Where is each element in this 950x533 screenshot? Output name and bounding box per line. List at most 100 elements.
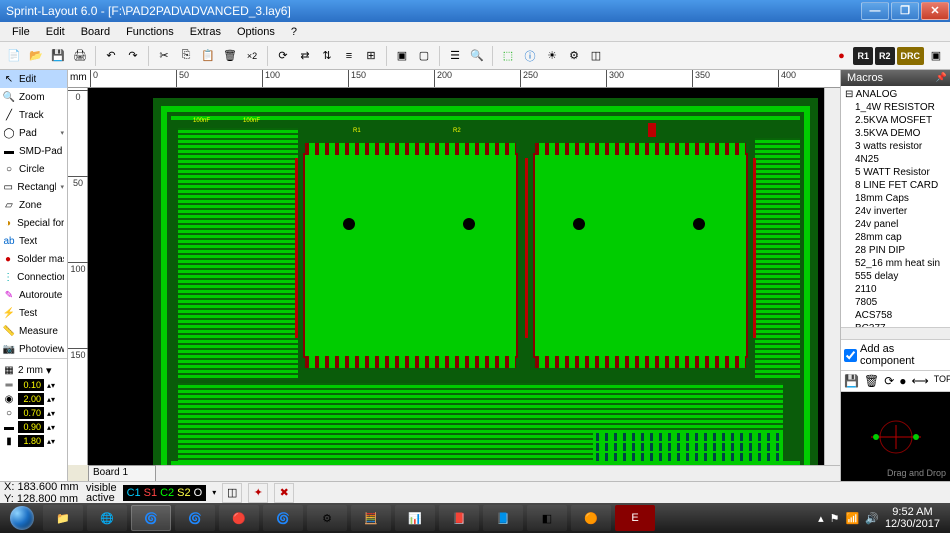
mirror-v-icon[interactable]: ⇅ (317, 46, 337, 66)
tool-solder[interactable]: ●Solder mask (0, 250, 67, 268)
tool-smd[interactable]: ▬SMD-Pad (0, 142, 67, 160)
start-button[interactable] (4, 504, 40, 532)
scrollbar-horizontal[interactable] (156, 465, 840, 481)
setting-v3[interactable]: 0.70 (18, 407, 44, 419)
zoom-fit-icon[interactable]: 🔍 (467, 46, 487, 66)
rotate-icon[interactable]: ⟳ (273, 46, 293, 66)
tool-circle[interactable]: ○Circle (0, 160, 67, 178)
taskbar-app-chrome[interactable]: 🌐 (87, 505, 127, 531)
taskbar-app-unknown[interactable]: ◧ (527, 505, 567, 531)
setting-v5[interactable]: 1.80 (18, 435, 44, 447)
macro-item[interactable]: 5 WATT Resistor (843, 166, 948, 179)
setting-v4[interactable]: 0.90 (18, 421, 44, 433)
tool-edit[interactable]: ↖Edit (0, 70, 67, 88)
mode-transparent-icon[interactable]: ◫ (222, 483, 242, 503)
layer-dropdown-icon[interactable]: ▾ (212, 488, 216, 497)
pin-icon[interactable]: 📌 (936, 72, 947, 83)
tool-autoroute[interactable]: ✎Autoroute (0, 286, 67, 304)
system-tray[interactable]: ▴ ⚑ 📶 🔊 9:52 AM 12/30/2017 (818, 506, 946, 530)
taskbar-app-monitor[interactable]: 📊 (395, 505, 435, 531)
menu-help[interactable]: ? (283, 24, 305, 40)
macro-rotate-icon[interactable]: ⟳ (884, 374, 894, 388)
macro-layer-label[interactable]: TOP (934, 374, 950, 388)
mode-target-icon[interactable]: ✦ (248, 483, 268, 503)
setting-v1[interactable]: 0.10 (18, 379, 44, 391)
macro-item[interactable]: 4N25 (843, 153, 948, 166)
mirror-h-icon[interactable]: ⇄ (295, 46, 315, 66)
minimize-button[interactable]: — (861, 2, 889, 20)
ungroup-icon[interactable]: ▢ (414, 46, 434, 66)
taskbar-app-calc[interactable]: 🧮 (351, 505, 391, 531)
menu-functions[interactable]: Functions (118, 24, 182, 40)
new-icon[interactable]: 📄 (4, 46, 24, 66)
taskbar-app-opera[interactable]: 🔴 (219, 505, 259, 531)
macro-item[interactable]: 555 delay (843, 270, 948, 283)
taskbar-app-pdf[interactable]: 📕 (439, 505, 479, 531)
gear-icon[interactable]: ⚙ (564, 46, 584, 66)
macros-tree[interactable]: ANALOG 1_4W RESISTOR2.5KVA MOSFET3.5KVA … (841, 86, 950, 327)
record-icon[interactable]: ● (831, 46, 851, 66)
scrollbar-vertical[interactable] (824, 88, 840, 465)
add-as-component[interactable]: Add as component (841, 339, 950, 370)
badge-r1[interactable]: R1 (853, 47, 873, 65)
taskbar-app-explorer[interactable]: 📁 (43, 505, 83, 531)
paste-icon[interactable]: 📋 (198, 46, 218, 66)
tool-connections[interactable]: ⋮Connections (0, 268, 67, 286)
menu-board[interactable]: Board (73, 24, 118, 40)
macro-item[interactable]: 2.5KVA MOSFET (843, 114, 948, 127)
macro-save-icon[interactable]: 💾 (844, 374, 859, 388)
tool-zone[interactable]: ▱Zone (0, 196, 67, 214)
undo-icon[interactable]: ↶ (101, 46, 121, 66)
save-icon[interactable]: 💾 (48, 46, 68, 66)
macro-item[interactable]: 52_16 mm heat sin (843, 257, 948, 270)
macro-delete-icon[interactable]: 🗑 (864, 374, 879, 388)
badge-r2[interactable]: R2 (875, 47, 895, 65)
macro-item[interactable]: 18mm Caps (843, 192, 948, 205)
menu-edit[interactable]: Edit (38, 24, 73, 40)
setting-v2[interactable]: 2.00 (18, 393, 44, 405)
macro-item[interactable]: 3 watts resistor (843, 140, 948, 153)
macros-scroll-h[interactable] (841, 327, 950, 339)
tool-pad[interactable]: ◯Pad▾ (0, 124, 67, 142)
duplicate-icon[interactable]: ×2 (242, 46, 262, 66)
taskbar-app-sprint1[interactable]: 🌀 (131, 505, 171, 531)
maximize-button[interactable]: ❐ (891, 2, 919, 20)
macro-flip-icon[interactable]: ● (899, 374, 906, 388)
macro-item[interactable]: 28 PIN DIP (843, 244, 948, 257)
mode-cross-icon[interactable]: ✖ (274, 483, 294, 503)
taskbar-app-settings[interactable]: ⚙ (307, 505, 347, 531)
pcb-canvas[interactable]: 100nF 100nF R1 R2 (88, 88, 824, 465)
print-icon[interactable]: 🖨 (70, 46, 90, 66)
menu-file[interactable]: File (4, 24, 38, 40)
taskbar-app-sprint3[interactable]: 🌀 (263, 505, 303, 531)
add-as-component-checkbox[interactable] (844, 349, 857, 362)
tray-network-icon[interactable]: 📶 (846, 512, 860, 525)
macro-item[interactable]: 28mm cap (843, 231, 948, 244)
tray-clock[interactable]: 9:52 AM 12/30/2017 (885, 506, 940, 530)
taskbar-app-media[interactable]: 🟠 (571, 505, 611, 531)
close-button[interactable]: ✕ (921, 2, 949, 20)
tool-photoview[interactable]: 📷Photoview (0, 340, 67, 358)
tool-track[interactable]: ╱Track (0, 106, 67, 124)
tool-text[interactable]: abText (0, 232, 67, 250)
tray-sound-icon[interactable]: 🔊 (865, 512, 879, 525)
macro-item[interactable]: 8 LINE FET CARD (843, 179, 948, 192)
footprint-icon[interactable]: ◫ (586, 46, 606, 66)
grid-value[interactable]: 2 mm (18, 365, 43, 376)
taskbar-app-sprint2[interactable]: 🌀 (175, 505, 215, 531)
macro-item[interactable]: 1_4W RESISTOR (843, 101, 948, 114)
selector-icon[interactable]: ⬚ (498, 46, 518, 66)
macro-item[interactable]: 2110 (843, 283, 948, 296)
taskbar-app-word[interactable]: 📘 (483, 505, 523, 531)
group-icon[interactable]: ▣ (392, 46, 412, 66)
macros-toggle-icon[interactable]: ▣ (926, 46, 946, 66)
board-tab[interactable]: Board 1 (88, 465, 156, 481)
menu-options[interactable]: Options (229, 24, 283, 40)
tool-zoom[interactable]: 🔍Zoom (0, 88, 67, 106)
tool-special[interactable]: ◑Special form (0, 214, 67, 232)
macro-item[interactable]: 3.5KVA DEMO (843, 127, 948, 140)
redo-icon[interactable]: ↷ (123, 46, 143, 66)
macro-item[interactable]: ACS758 (843, 309, 948, 322)
tool-rect[interactable]: ▭Rectangle▾ (0, 178, 67, 196)
delete-icon[interactable]: 🗑 (220, 46, 240, 66)
